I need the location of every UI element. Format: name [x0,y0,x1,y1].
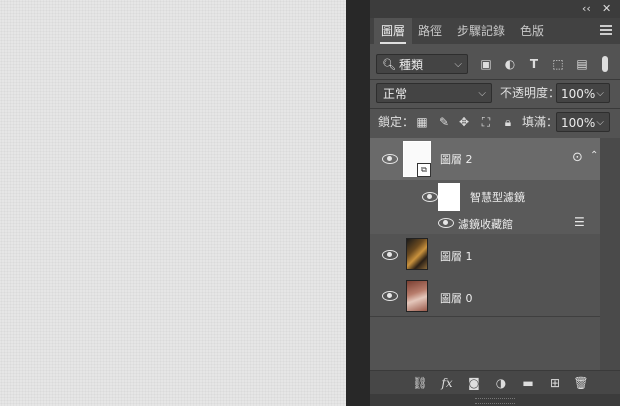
tab-history[interactable]: 步驟記錄 [450,18,512,44]
lock-position-icon[interactable]: ✥ [456,112,472,132]
opacity-label: 不透明度： [500,86,561,100]
filter-row: 🔍︎ 種類 ⌵ ▣ ◐ T ⬚ ▤ [370,54,620,74]
blend-mode-value: 正常 [383,87,408,101]
panel-tabs: 圖層 路徑 步驟記錄 色版 [370,18,620,44]
fx-icon[interactable]: fx [439,375,455,391]
smart-filter-label: 智慧型濾鏡 [470,191,525,204]
document-canvas[interactable] [0,0,346,406]
folder-icon[interactable]: ▬ [520,375,536,391]
layer-name: 圖層 1 [440,250,473,263]
visibility-eye-icon[interactable] [382,250,398,260]
link-layers-icon[interactable]: ⛓ [412,375,428,391]
filter-kind-value: 種類 [399,58,424,72]
panel-bottom-strip [370,394,620,406]
layers-list: ⧉ 圖層 2 ⊙ ⌃ 智慧型濾鏡 濾鏡收藏館 ☰ 圖層 1 圖層 0 [370,138,620,370]
add-mask-icon[interactable]: ◙ [466,375,482,391]
filter-entry-label: 濾鏡收藏館 [458,218,513,231]
visibility-eye-icon[interactable] [382,291,398,301]
divider [370,108,620,109]
chevron-down-icon[interactable]: ⌵ [596,84,604,104]
filter-entry-row[interactable]: 濾鏡收藏館 ☰ [370,212,600,235]
layer-thumbnail [406,280,428,312]
collapse-panel-icon[interactable]: ‹‹ [582,1,591,17]
divider [370,79,620,80]
search-icon: 🔍︎ [382,58,396,71]
lock-row: 鎖定： ▦ ✎ ✥ ⛶ 🔒︎ 填滿： 100% ⌵ [370,112,620,132]
visibility-eye-icon[interactable] [422,192,438,202]
lock-artboard-icon[interactable]: ⛶ [478,112,494,132]
chevron-down-icon: ⌵ [454,59,462,70]
visibility-eye-icon[interactable] [438,218,454,228]
layer-row[interactable]: 圖層 1 [370,234,600,277]
chevron-down-icon[interactable]: ⌵ [596,113,604,133]
filter-mask-thumbnail[interactable] [438,183,460,211]
smart-object-filter-icon[interactable]: ▤ [574,54,590,74]
layer-name: 圖層 0 [440,292,473,305]
panel-header-strip: ‹‹ ✕ [370,0,620,18]
type-filter-icon[interactable]: T [526,54,542,74]
close-panel-icon[interactable]: ✕ [602,1,611,17]
filter-kind-dropdown[interactable]: 🔍︎ 種類 ⌵ [376,54,468,74]
chevron-up-icon[interactable]: ⌃ [590,150,598,161]
layer-name: 圖層 2 [440,153,473,166]
blend-mode-dropdown[interactable]: 正常 ⌵ [376,83,492,103]
lock-image-pixels-icon[interactable]: ✎ [436,112,452,132]
opacity-field[interactable]: 100% ⌵ [556,83,610,103]
layer-row[interactable]: 圖層 0 [370,276,600,317]
shape-filter-icon[interactable]: ⬚ [550,54,566,74]
workspace-gap [346,0,370,406]
resize-grip[interactable] [475,398,515,404]
layers-panel: ‹‹ ✕ 圖層 路徑 步驟記錄 色版 🔍︎ 種類 ⌵ ▣ ◐ T ⬚ ▤ 正常 … [370,0,620,406]
layer-thumbnail [406,238,428,270]
tab-paths[interactable]: 路徑 [412,18,448,44]
fill-field[interactable]: 100% ⌵ [556,112,610,132]
fill-label: 填滿： [522,115,559,129]
smart-filters-link-icon[interactable]: ⊙ [572,151,583,165]
lock-all-icon[interactable]: 🔒︎ [500,112,516,132]
chevron-down-icon: ⌵ [478,88,486,99]
opacity-value: 100% [561,87,596,101]
filter-blending-options-icon[interactable]: ☰ [574,215,585,229]
blend-row: 正常 ⌵ 不透明度： 100% ⌵ [370,83,620,103]
layer-thumbnail: ⧉ [403,141,431,177]
fill-value: 100% [561,116,596,130]
trash-icon[interactable]: 🗑︎ [573,375,589,391]
layer-row[interactable]: ⧉ 圖層 2 ⊙ ⌃ [370,138,600,181]
layers-scrollbar[interactable] [600,138,620,370]
adjustment-layer-icon[interactable]: ◑ [493,375,509,391]
lock-transparent-pixels-icon[interactable]: ▦ [414,112,430,132]
panel-menu-icon[interactable] [600,25,612,35]
smart-filter-row[interactable]: 智慧型濾鏡 [370,180,600,213]
smart-object-badge-icon: ⧉ [417,163,431,177]
adjustment-filter-icon[interactable]: ◐ [502,54,518,74]
tab-channels[interactable]: 色版 [514,18,550,44]
panel-footer: ⛓ fx ◙ ◑ ▬ ⊞ 🗑︎ [370,370,620,395]
new-layer-icon[interactable]: ⊞ [547,375,563,391]
pixel-filter-icon[interactable]: ▣ [478,54,494,74]
lock-label: 鎖定： [378,115,415,129]
visibility-eye-icon[interactable] [382,154,398,164]
tab-layers[interactable]: 圖層 [374,18,412,44]
filter-toggle-switch[interactable] [602,56,608,72]
